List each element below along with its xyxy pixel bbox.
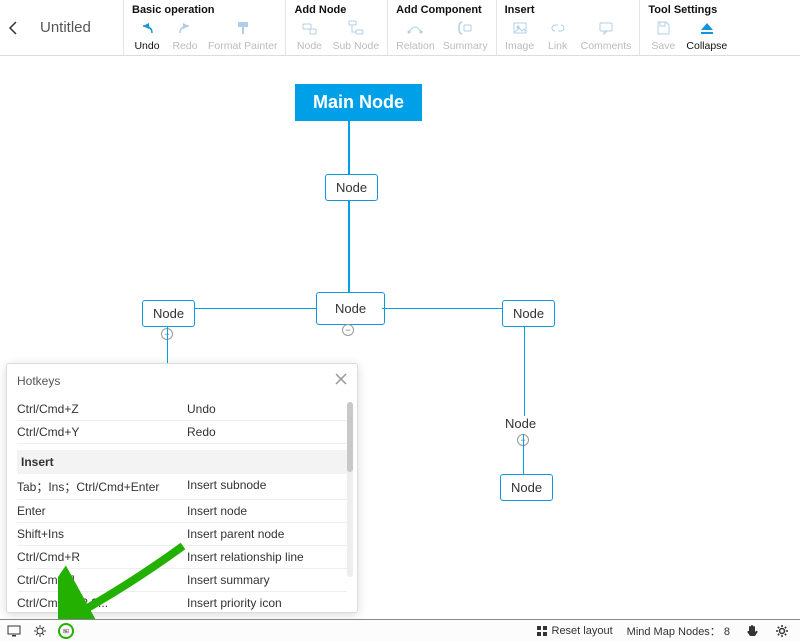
hotkey-row: Ctrl/Cmd+Z Undo xyxy=(17,398,347,421)
connector-line xyxy=(348,120,350,174)
hotkey-row: Tab；Ins；Ctrl/Cmd+Enter Insert subnode xyxy=(17,474,347,500)
reset-layout-button[interactable]: Reset layout xyxy=(536,625,613,637)
add-node-button[interactable]: Node xyxy=(294,19,324,52)
collapse-toggle[interactable]: − xyxy=(342,324,354,336)
gear-icon xyxy=(775,624,789,638)
save-button[interactable]: Save xyxy=(648,19,678,52)
relation-icon xyxy=(406,19,424,37)
toolbar-group-title: Insert xyxy=(505,4,632,19)
hotkey-row: Ctrl/Cmd+Y Redo xyxy=(17,421,347,444)
hotkey-row: Ctrl/Cmd+1,2,3... Insert priority icon xyxy=(17,592,347,612)
redo-button[interactable]: Redo xyxy=(170,19,200,52)
undo-button[interactable]: Undo xyxy=(132,19,162,52)
format-painter-button[interactable]: Format Painter xyxy=(208,19,277,52)
close-icon xyxy=(335,373,347,385)
tree-node[interactable]: Node xyxy=(316,292,385,325)
chevron-left-icon xyxy=(7,21,21,35)
toolbar-group-title: Tool Settings xyxy=(648,4,727,19)
hotkeys-list[interactable]: Ctrl/Cmd+Z Undo Ctrl/Cmd+Y Redo Insert T… xyxy=(7,398,357,612)
sun-icon xyxy=(33,624,47,638)
hotkey-row: Enter Insert node xyxy=(17,500,347,523)
insert-link-button[interactable]: Link xyxy=(543,19,573,52)
tree-node[interactable]: Node xyxy=(142,300,195,327)
link-icon xyxy=(549,19,567,37)
hotkey-section: Insert xyxy=(17,450,347,474)
theme-button[interactable] xyxy=(32,623,48,639)
summary-button[interactable]: Summary xyxy=(443,19,488,52)
toolbar-group-title: Add Node xyxy=(294,4,379,19)
summary-icon xyxy=(456,19,474,37)
redo-icon xyxy=(176,19,194,37)
undo-icon xyxy=(138,19,156,37)
connector-line xyxy=(524,326,525,416)
comment-icon xyxy=(597,19,615,37)
hotkey-row: Shift+Ins Insert parent node xyxy=(17,523,347,546)
add-subnode-button[interactable]: Sub Node xyxy=(332,19,379,52)
toolbar-group-add-component: Add Component Relation Summary xyxy=(387,0,495,55)
toolbar-group-title: Basic operation xyxy=(132,4,277,19)
image-icon xyxy=(511,19,529,37)
toolbar-group-title: Add Component xyxy=(396,4,487,19)
hotkeys-button[interactable] xyxy=(58,623,74,639)
format-painter-icon xyxy=(234,19,252,37)
toolbar-group-tool-settings: Tool Settings Save Collapse xyxy=(639,0,735,55)
scrollbar-thumb[interactable] xyxy=(347,402,353,472)
node-count: Mind Map Nodes： 8 xyxy=(627,623,730,639)
tree-node[interactable]: Node xyxy=(502,300,555,327)
save-icon xyxy=(654,19,672,37)
add-node-icon xyxy=(300,19,318,37)
insert-comment-button[interactable]: Comments xyxy=(581,19,632,52)
insert-image-button[interactable]: Image xyxy=(505,19,535,52)
view-mode-button[interactable] xyxy=(6,623,22,639)
back-button[interactable] xyxy=(0,0,28,55)
status-bar: Reset layout Mind Map Nodes： 8 xyxy=(0,619,800,641)
hotkey-row: Ctrl/Cmd+R Insert relationship line xyxy=(17,546,347,569)
close-button[interactable] xyxy=(335,372,347,390)
hand-icon xyxy=(745,624,759,638)
settings-button[interactable] xyxy=(774,623,790,639)
toolbar-group-insert: Insert Image Link Comments xyxy=(496,0,640,55)
toolbar-group-basic: Basic operation Undo Redo Format Painter xyxy=(123,0,285,55)
pan-button[interactable] xyxy=(744,623,760,639)
screen-icon xyxy=(7,624,21,638)
tree-node[interactable]: Node xyxy=(325,174,378,201)
panel-title: Hotkeys xyxy=(17,374,60,388)
keyboard-icon xyxy=(63,625,69,637)
connector-line xyxy=(523,434,524,474)
tree-node[interactable]: Node xyxy=(500,474,553,501)
hotkey-row: Ctrl/Cmd+] Insert summary xyxy=(17,569,347,592)
document-title[interactable]: Untitled xyxy=(28,0,123,55)
add-subnode-icon xyxy=(347,19,365,37)
top-toolbar: Untitled Basic operation Undo Redo For xyxy=(0,0,800,56)
main-node[interactable]: Main Node xyxy=(295,84,422,121)
grid-icon xyxy=(536,625,548,637)
connector-line xyxy=(348,200,350,292)
hotkeys-panel: Hotkeys Ctrl/Cmd+Z Undo Ctrl/Cmd+Y Redo … xyxy=(6,363,358,613)
relation-button[interactable]: Relation xyxy=(396,19,435,52)
tree-node-borderless[interactable]: Node xyxy=(505,416,536,431)
toolbar-group-add-node: Add Node Node Sub Node xyxy=(285,0,387,55)
collapse-icon xyxy=(698,19,716,37)
collapse-button[interactable]: Collapse xyxy=(686,19,727,52)
